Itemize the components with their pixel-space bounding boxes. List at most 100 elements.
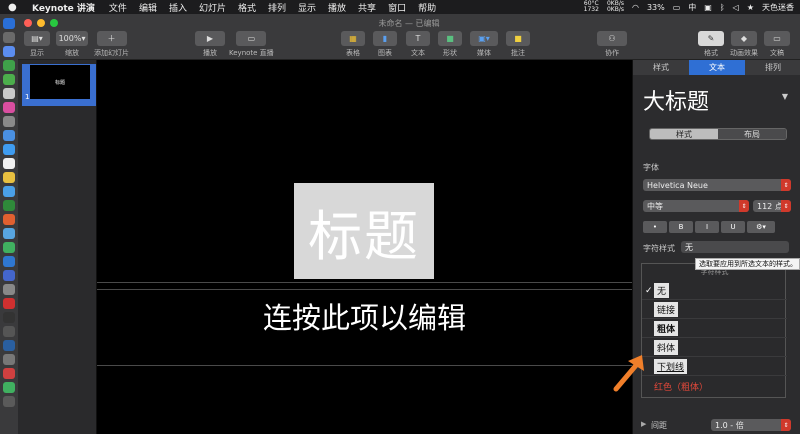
app-icon-13[interactable] <box>3 186 15 197</box>
shape-button[interactable]: ■ <box>438 31 462 46</box>
star-icon[interactable]: ★ <box>747 3 754 12</box>
temp-readout[interactable]: 60°C 1732 <box>584 1 599 13</box>
keynote-live-button[interactable]: ▭ <box>236 31 267 46</box>
italic-button[interactable]: I <box>695 221 719 233</box>
app-icon-14[interactable] <box>3 200 15 211</box>
bluetooth-icon[interactable]: ᛒ <box>720 3 725 12</box>
collaborate-button[interactable]: ⚇ <box>597 31 627 46</box>
menu-window[interactable]: 窗口 <box>388 1 406 14</box>
wechat-icon[interactable] <box>3 242 15 253</box>
guide-line <box>97 282 632 283</box>
screen-mirror-icon[interactable]: ▣ <box>704 3 712 12</box>
text-button[interactable]: T <box>406 31 430 46</box>
add-slide-button[interactable]: ＋ <box>96 31 127 46</box>
underline-button[interactable]: U <box>721 221 745 233</box>
disclosure-triangle-icon[interactable]: ▶ <box>641 420 646 428</box>
char-style-menu: 字符样式 ✓ 无 链接 粗体 斜体 下划线 红色（粗体） <box>641 263 787 398</box>
battery-icon[interactable]: ▭ <box>673 3 681 12</box>
comment-button[interactable]: ■ <box>506 31 530 46</box>
menu-item-red-bold[interactable]: 红色（粗体） <box>642 377 787 395</box>
zoom-select[interactable]: 100% ▾ <box>56 31 88 46</box>
menu-help[interactable]: 帮助 <box>418 1 436 14</box>
keynote-icon[interactable] <box>3 270 15 281</box>
menu-slide[interactable]: 幻灯片 <box>199 1 226 14</box>
app-icon-8[interactable] <box>3 116 15 127</box>
tab-text[interactable]: 文本 <box>689 60 745 75</box>
trash-icon[interactable] <box>3 396 15 407</box>
finder-icon[interactable] <box>3 18 15 29</box>
format-button[interactable]: ✎ <box>698 31 724 46</box>
battery-percent[interactable]: 33% <box>647 3 665 12</box>
calendar-icon[interactable] <box>3 158 15 169</box>
tab-style[interactable]: 样式 <box>633 60 689 75</box>
font-family-select[interactable]: Helvetica Neue ⇕ <box>643 179 791 191</box>
yandex-icon[interactable] <box>3 368 15 379</box>
font-size-field[interactable]: 112 点 ⇕ <box>753 200 791 212</box>
network-readout[interactable]: 0KB/s 0KB/s <box>607 1 624 13</box>
menu-item-link[interactable]: 链接 <box>642 301 787 319</box>
text-format-button[interactable]: • <box>643 221 667 233</box>
menu-file[interactable]: 文件 <box>109 1 127 14</box>
app-icon-27[interactable] <box>3 382 15 393</box>
app-icon-23[interactable] <box>3 326 15 337</box>
segment-layout[interactable]: 布局 <box>718 129 786 139</box>
document-button[interactable]: ▭ <box>764 31 790 46</box>
slide-body[interactable]: 连按此项以编辑 <box>97 295 632 337</box>
char-style-select[interactable]: 无 <box>681 241 789 253</box>
app-icon-10[interactable] <box>3 144 15 155</box>
app-icon-16[interactable] <box>3 228 15 239</box>
mail-icon[interactable] <box>3 88 15 99</box>
menu-insert[interactable]: 插入 <box>169 1 187 14</box>
chevron-down-icon[interactable]: ▼ <box>782 92 788 101</box>
paragraph-style-name[interactable]: 大标题 <box>643 84 709 116</box>
window-toolbar: 未命名 — 已编辑 ▤▾ 显示 100% ▾ 缩放 ＋ 添加幻灯片 ▶ 播放 ▭ … <box>18 14 800 60</box>
spacing-select[interactable]: 1.0 - 倍 ⇕ <box>711 419 791 431</box>
safari-icon[interactable] <box>3 46 15 57</box>
android-icon[interactable] <box>3 60 15 71</box>
vivaldi-icon[interactable] <box>3 298 15 309</box>
chart-button[interactable]: ▮ <box>373 31 397 46</box>
app-icon-15[interactable] <box>3 214 15 225</box>
menu-item-underline[interactable]: 下划线 <box>642 358 787 376</box>
stepper-icon[interactable]: ⇕ <box>781 200 791 212</box>
tab-arrange[interactable]: 排列 <box>745 60 800 75</box>
view-button[interactable]: ▤▾ <box>24 31 50 46</box>
app-icon-20[interactable] <box>3 284 15 295</box>
volume-icon[interactable]: ◁ <box>733 3 739 12</box>
play-button[interactable]: ▶ <box>195 31 225 46</box>
app-icon-25[interactable] <box>3 354 15 365</box>
slide-canvas[interactable]: 标题 连按此项以编辑 <box>97 60 632 434</box>
launchpad-icon[interactable] <box>3 32 15 43</box>
slide-title[interactable]: 标题 <box>294 183 434 279</box>
spacing-label: 间距 <box>651 421 667 430</box>
menu-item-italic[interactable]: 斜体 <box>642 339 787 357</box>
terminal-icon[interactable] <box>3 312 15 323</box>
segment-style[interactable]: 样式 <box>650 129 718 139</box>
bold-button[interactable]: B <box>669 221 693 233</box>
chrome-icon[interactable] <box>3 74 15 85</box>
document-icon: ▭ <box>773 34 781 43</box>
media-button[interactable]: ▣▾ <box>470 31 498 46</box>
menu-share[interactable]: 共享 <box>358 1 376 14</box>
notes-icon[interactable] <box>3 172 15 183</box>
appstore-icon[interactable] <box>3 130 15 141</box>
animate-button[interactable]: ◆ <box>731 31 757 46</box>
music-icon[interactable] <box>3 102 15 113</box>
menu-app-name[interactable]: Keynote 讲演 <box>32 1 95 14</box>
menu-arrange[interactable]: 排列 <box>268 1 286 14</box>
font-weight-select[interactable]: 中等 ⇕ <box>643 200 749 212</box>
more-format-button[interactable]: ⚙▾ <box>747 221 775 233</box>
app-icon-18[interactable] <box>3 256 15 267</box>
wifi-icon[interactable]: ◠ <box>632 3 639 12</box>
input-method[interactable]: 中 <box>688 2 696 13</box>
menu-item-none[interactable]: ✓ 无 <box>642 282 787 300</box>
menu-item-bold[interactable]: 粗体 <box>642 320 787 338</box>
apple-icon[interactable]: ● <box>8 2 18 13</box>
menu-play[interactable]: 播放 <box>328 1 346 14</box>
menu-edit[interactable]: 编辑 <box>139 1 157 14</box>
table-button[interactable]: ▦ <box>341 31 365 46</box>
app-icon-24[interactable] <box>3 340 15 351</box>
user-name[interactable]: 天色迷香 <box>762 2 794 13</box>
menu-format[interactable]: 格式 <box>238 1 256 14</box>
menu-view[interactable]: 显示 <box>298 1 316 14</box>
